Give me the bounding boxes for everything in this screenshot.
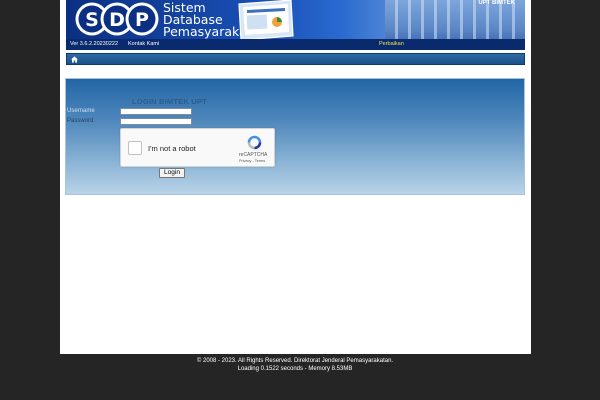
loading-stats: Loading 0.1522 seconds - Memory 8.53MB — [237, 366, 353, 372]
sdp-logo: S D P — [75, 2, 159, 36]
unit-label: UPT BIMTEK — [478, 0, 515, 6]
login-panel: LOGIN BIMTEK UPT Username Password I'm n… — [65, 78, 525, 195]
copyright-text: © 2008 - 2023. All Rights Reserved. Dire… — [196, 358, 394, 364]
password-input[interactable] — [120, 118, 192, 125]
page-container: S D P Sistem Database Pemasyarakatan UPT… — [60, 0, 531, 354]
recaptcha-logo-icon — [247, 135, 262, 150]
recaptcha-widget: I'm not a robot reCAPTCHA Privacy - Term… — [120, 128, 275, 167]
username-label: Username — [67, 108, 95, 114]
recaptcha-privacy-terms[interactable]: Privacy - Terms — [239, 159, 265, 163]
version-text: Ver 3.6.2.20230222 — [70, 41, 119, 47]
footer: © 2008 - 2023. All Rights Reserved. Dire… — [0, 357, 590, 373]
username-input[interactable] — [120, 108, 192, 115]
recaptcha-checkbox[interactable] — [128, 141, 142, 155]
login-button[interactable]: Login — [159, 168, 185, 178]
svg-text:P: P — [135, 9, 149, 31]
recaptcha-label: I'm not a robot — [148, 144, 196, 153]
header-banner: S D P Sistem Database Pemasyarakatan UPT… — [66, 0, 525, 50]
recaptcha-brand: reCAPTCHA — [239, 152, 268, 158]
nav-bar — [66, 53, 525, 65]
kontak-kami-link[interactable]: Kontak Kami — [128, 40, 159, 48]
svg-text:S: S — [85, 9, 99, 31]
svg-text:D: D — [109, 9, 125, 31]
home-icon[interactable] — [71, 56, 78, 63]
password-label: Password — [67, 118, 94, 124]
monitor-icon — [238, 0, 294, 41]
login-title: LOGIN BIMTEK UPT — [132, 97, 207, 106]
perbaikan-link[interactable]: Perbaikan — [379, 40, 404, 48]
